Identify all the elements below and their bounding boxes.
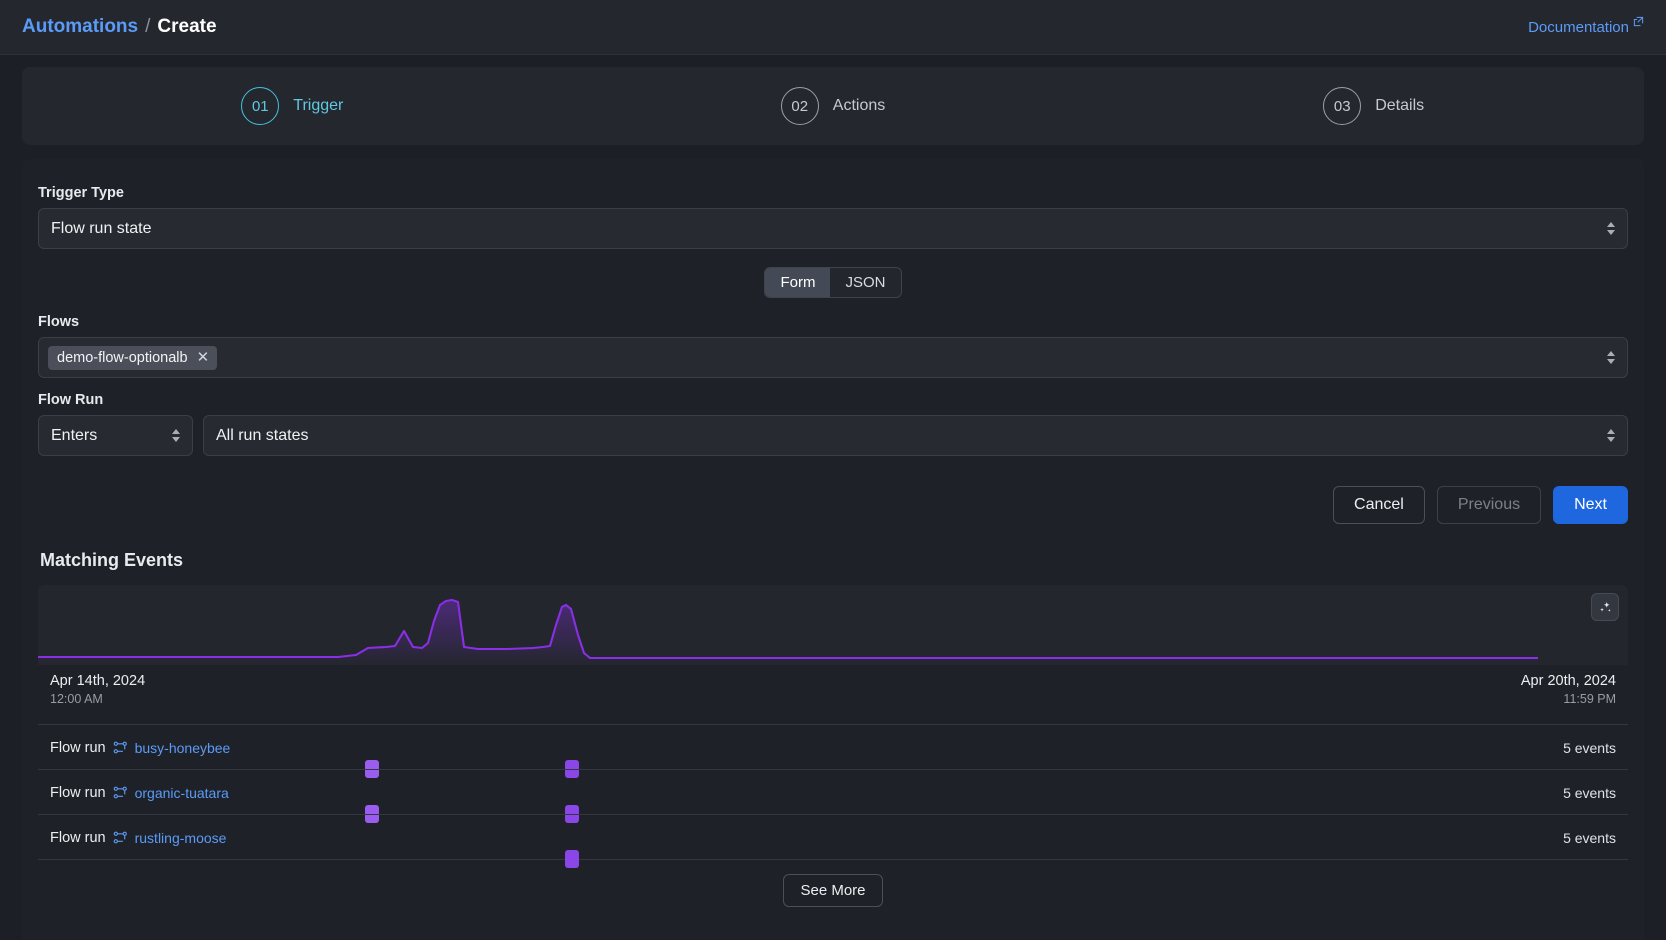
event-row-prefix: Flow run [50,785,106,801]
chevron-updown-icon [1605,219,1616,239]
matching-events-card: Apr 14th, 2024 12:00 AM Apr 20th, 2024 1… [38,585,1628,919]
breadcrumb-current: Create [157,16,216,38]
step-actions[interactable]: 02 Actions [563,87,1104,125]
event-count: 5 events [1563,785,1616,801]
event-row-left: Flow run busy-honeybee [50,740,230,756]
flow-run-link[interactable]: busy-honeybee [135,740,231,756]
step-trigger-label: Trigger [293,97,343,115]
range-start: Apr 14th, 2024 12:00 AM [50,673,145,706]
flow-chip[interactable]: demo-flow-optionalb ✕ [48,346,217,370]
event-row-prefix: Flow run [50,830,106,846]
step-details-number: 03 [1323,87,1361,125]
chevron-updown-icon [1605,348,1616,368]
range-start-date: Apr 14th, 2024 [50,673,145,689]
flow-run-link[interactable]: rustling-moose [135,830,227,846]
trigger-type-label: Trigger Type [38,185,1628,201]
stepper-wrapper: 01 Trigger 02 Actions 03 Details [0,55,1666,145]
range-start-time: 12:00 AM [50,692,145,706]
chevron-updown-icon [1605,426,1616,446]
chart-date-range: Apr 14th, 2024 12:00 AM Apr 20th, 2024 1… [38,665,1628,706]
sparkline-svg [38,585,1538,665]
event-row-left: Flow run organic-tuatara [50,785,229,801]
ai-sparkle-button[interactable] [1591,593,1619,621]
event-row-prefix: Flow run [50,740,106,756]
trigger-type-select[interactable]: Flow run state [38,208,1628,249]
flow-run-states-select[interactable]: All run states [203,415,1628,456]
flow-chip-label: demo-flow-optionalb [57,350,188,366]
event-count: 5 events [1563,740,1616,756]
see-more-button[interactable]: See More [783,874,882,907]
documentation-label: Documentation [1528,19,1629,36]
event-count: 5 events [1563,830,1616,846]
next-button[interactable]: Next [1553,486,1628,524]
flow-icon [113,830,128,845]
events-sparkline-chart [38,585,1628,665]
flow-run-label: Flow Run [38,392,1628,408]
step-trigger[interactable]: 01 Trigger [22,87,563,125]
flow-icon [113,740,128,755]
event-row-header: Flow run organic-tuatara 5 events [38,770,1628,815]
step-details[interactable]: 03 Details [1103,87,1644,125]
trigger-form-panel: Trigger Type Flow run state Form JSON Fl… [22,159,1644,940]
table-row[interactable]: Flow run rustling-moose 5 events [38,814,1628,859]
documentation-link[interactable]: Documentation [1528,19,1644,36]
previous-button[interactable]: Previous [1437,486,1541,524]
step-actions-number: 02 [781,87,819,125]
step-details-label: Details [1375,97,1424,115]
top-bar: Automations / Create Documentation [0,0,1666,55]
flow-run-row: Enters All run states [38,415,1628,456]
breadcrumb-automations-link[interactable]: Automations [22,16,138,38]
flow-run-link[interactable]: organic-tuatara [135,785,229,801]
form-actions: Cancel Previous Next [38,486,1628,524]
flow-icon [113,785,128,800]
sparkle-icon [1598,600,1613,615]
step-trigger-number: 01 [241,87,279,125]
flow-run-states-value: All run states [216,427,308,445]
mode-toggle: Form JSON [764,267,901,298]
trigger-type-value: Flow run state [51,220,151,238]
cancel-button[interactable]: Cancel [1333,486,1425,524]
event-row-header: Flow run rustling-moose 5 events [38,815,1628,860]
event-row-left: Flow run rustling-moose [50,830,226,846]
close-icon[interactable]: ✕ [197,350,210,365]
flows-label: Flows [38,314,1628,330]
step-actions-label: Actions [833,97,885,115]
event-row-header: Flow run busy-honeybee 5 events [38,725,1628,770]
flow-run-condition-select[interactable]: Enters [38,415,193,456]
external-link-icon [1633,16,1644,27]
range-end-date: Apr 20th, 2024 [1521,673,1616,689]
tab-form[interactable]: Form [765,268,830,297]
table-row[interactable]: Flow run organic-tuatara 5 events [38,769,1628,814]
event-marker[interactable] [565,850,579,868]
tab-json[interactable]: JSON [830,268,900,297]
mode-toggle-row: Form JSON [38,267,1628,298]
range-end-time: 11:59 PM [1521,692,1616,706]
breadcrumb: Automations / Create [22,16,217,38]
chevron-updown-icon [170,426,181,446]
flows-select[interactable]: demo-flow-optionalb ✕ [38,337,1628,378]
see-more-row: See More [38,859,1628,919]
flow-run-condition-value: Enters [51,427,97,445]
stepper: 01 Trigger 02 Actions 03 Details [22,67,1644,145]
range-end: Apr 20th, 2024 11:59 PM [1521,673,1616,706]
table-row[interactable]: Flow run busy-honeybee 5 events [38,724,1628,769]
matching-events-title: Matching Events [40,550,1628,571]
breadcrumb-separator: / [145,16,150,38]
